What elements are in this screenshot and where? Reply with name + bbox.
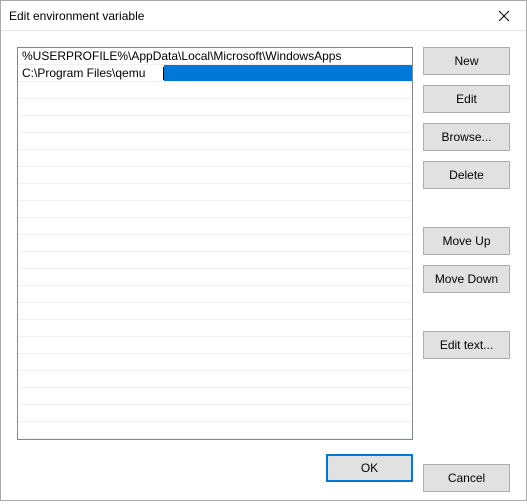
list-item[interactable]: %USERPROFILE%\AppData\Local\Microsoft\Wi…	[18, 48, 412, 65]
list-item-empty[interactable]	[18, 371, 412, 388]
list-item-empty[interactable]	[18, 303, 412, 320]
dialog-content: %USERPROFILE%\AppData\Local\Microsoft\Wi…	[1, 31, 526, 504]
list-item-editing[interactable]: C:\Program Files\qemu	[18, 65, 412, 82]
list-item-empty[interactable]	[18, 201, 412, 218]
list-item-empty[interactable]	[18, 184, 412, 201]
list-item-empty[interactable]	[18, 116, 412, 133]
list-item-empty[interactable]	[18, 167, 412, 184]
path-list[interactable]: %USERPROFILE%\AppData\Local\Microsoft\Wi…	[17, 47, 413, 440]
edit-button[interactable]: Edit	[423, 85, 510, 113]
edit-selection-highlight	[164, 65, 412, 81]
list-item-empty[interactable]	[18, 354, 412, 371]
path-edit-input[interactable]: C:\Program Files\qemu	[18, 65, 163, 81]
delete-button[interactable]: Delete	[423, 161, 510, 189]
main-area: %USERPROFILE%\AppData\Local\Microsoft\Wi…	[17, 47, 510, 440]
close-button[interactable]	[481, 1, 526, 30]
close-icon	[499, 11, 509, 21]
browse-button[interactable]: Browse...	[423, 123, 510, 151]
cancel-button[interactable]: Cancel	[423, 464, 510, 492]
new-button[interactable]: New	[423, 47, 510, 75]
list-item-empty[interactable]	[18, 405, 412, 422]
empty-rows	[18, 82, 412, 439]
list-item-empty[interactable]	[18, 133, 412, 150]
ok-button[interactable]: OK	[326, 454, 413, 482]
edit-input-wrap: C:\Program Files\qemu	[18, 65, 412, 81]
list-item-empty[interactable]	[18, 320, 412, 337]
dialog-footer: OK Cancel	[17, 440, 510, 492]
list-item-empty[interactable]	[18, 218, 412, 235]
list-item-empty[interactable]	[18, 286, 412, 303]
list-item-empty[interactable]	[18, 150, 412, 167]
window-title: Edit environment variable	[9, 9, 144, 23]
list-item-empty[interactable]	[18, 422, 412, 439]
edit-text-button[interactable]: Edit text...	[423, 331, 510, 359]
list-item-empty[interactable]	[18, 388, 412, 405]
list-item-empty[interactable]	[18, 252, 412, 269]
list-item-empty[interactable]	[18, 82, 412, 99]
list-item-empty[interactable]	[18, 99, 412, 116]
list-item-empty[interactable]	[18, 235, 412, 252]
move-down-button[interactable]: Move Down	[423, 265, 510, 293]
button-column: New Edit Browse... Delete Move Up Move D…	[423, 47, 510, 440]
list-item-empty[interactable]	[18, 269, 412, 286]
titlebar: Edit environment variable	[1, 1, 526, 31]
dialog-window: Edit environment variable %USERPROFILE%\…	[0, 0, 527, 501]
list-item-empty[interactable]	[18, 337, 412, 354]
move-up-button[interactable]: Move Up	[423, 227, 510, 255]
